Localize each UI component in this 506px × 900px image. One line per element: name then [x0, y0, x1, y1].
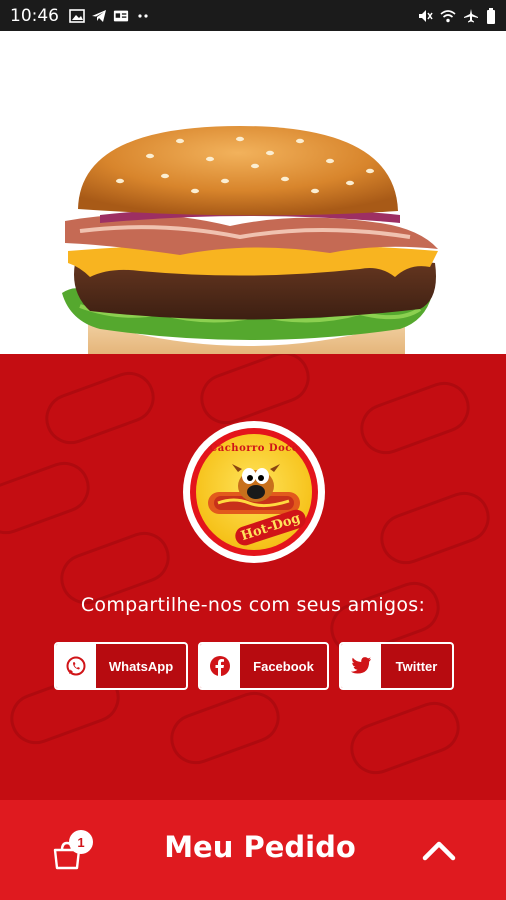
image-icon — [69, 8, 85, 23]
status-bar: 10:46 — [0, 0, 506, 31]
share-title: Compartilhe-nos com seus amigos: — [80, 594, 426, 616]
telegram-icon — [92, 9, 106, 22]
chevron-up-icon[interactable] — [420, 834, 458, 866]
twitter-icon — [350, 657, 372, 674]
whatsapp-icon — [66, 656, 86, 676]
wifi-icon — [440, 9, 456, 22]
airplane-icon — [464, 8, 478, 22]
more-dots-icon — [138, 13, 148, 18]
whatsapp-label: WhatsApp — [108, 658, 174, 674]
facebook-share-button[interactable]: Facebook — [198, 642, 329, 690]
status-time: 10:46 — [10, 5, 59, 26]
mute-icon — [419, 9, 433, 22]
twitter-share-button[interactable]: Twitter — [339, 642, 454, 690]
facebook-icon — [210, 656, 230, 676]
restaurant-logo: Cachorro Doce Hot-Dog — [183, 421, 325, 563]
logo-top-text: Cachorro Doce — [209, 443, 299, 454]
whatsapp-share-button[interactable]: WhatsApp — [54, 642, 188, 690]
my-order-bar[interactable]: 1 Meu Pedido — [0, 800, 506, 900]
burger-illustration — [62, 126, 438, 354]
twitter-label: Twitter — [395, 658, 438, 674]
news-icon — [113, 10, 129, 21]
hero-burger-image — [0, 31, 506, 354]
facebook-label: Facebook — [253, 658, 314, 674]
battery-icon — [487, 7, 495, 24]
